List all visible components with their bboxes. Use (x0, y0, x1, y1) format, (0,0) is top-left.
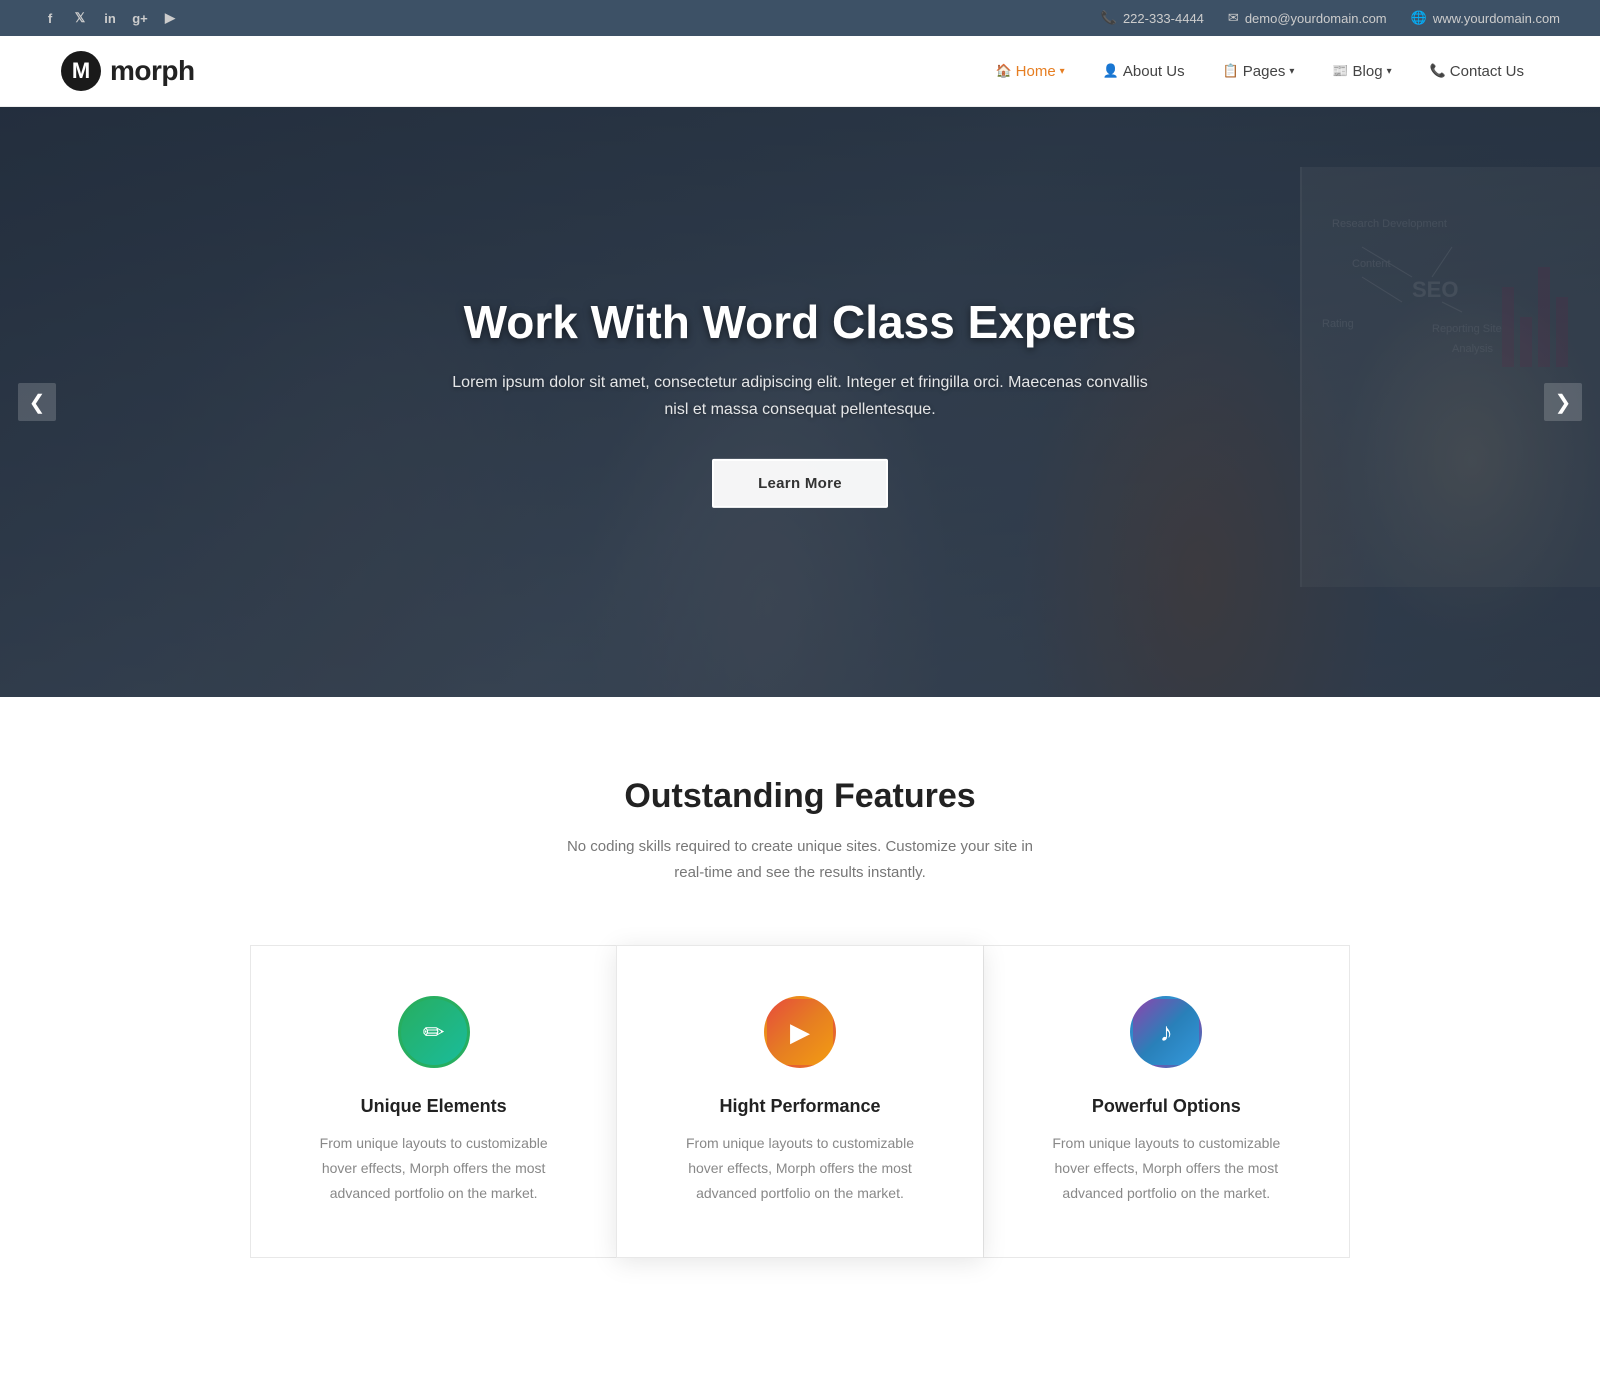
unique-elements-title: Unique Elements (291, 1096, 576, 1117)
main-nav: 🏠 Home ▾ 👤 About Us 📋 Pages ▾ 📰 Blog ▾ 📞… (979, 55, 1540, 88)
youtube-icon[interactable]: ▶ (160, 8, 180, 28)
powerful-options-icon-circle: ♪ (1130, 996, 1202, 1068)
about-icon: 👤 (1103, 63, 1119, 79)
svg-text:M: M (72, 58, 90, 83)
nav-about-label: About Us (1123, 63, 1185, 80)
phone-number: 222-333-4444 (1123, 11, 1204, 26)
nav-home-label: Home (1016, 63, 1056, 80)
high-performance-desc: From unique layouts to customizable hove… (670, 1131, 930, 1207)
website-url: www.yourdomain.com (1433, 11, 1560, 26)
unique-elements-desc: From unique layouts to customizable hove… (304, 1131, 564, 1207)
features-subtitle: No coding skills required to create uniq… (550, 834, 1050, 885)
hero-prev-button[interactable]: ❮ (18, 383, 56, 421)
hero-cta-button[interactable]: Learn More (712, 459, 888, 508)
play-icon: ▶ (790, 1017, 810, 1048)
googleplus-icon[interactable]: g+ (130, 8, 150, 28)
powerful-options-desc: From unique layouts to customizable hove… (1036, 1131, 1296, 1207)
social-icons: f 𝕏 in g+ ▶ (40, 8, 180, 28)
logo-text: morph (110, 55, 195, 87)
twitter-icon[interactable]: 𝕏 (70, 8, 90, 28)
pages-icon: 📋 (1223, 63, 1239, 79)
chevron-left-icon: ❮ (29, 390, 46, 415)
linkedin-icon[interactable]: in (100, 8, 120, 28)
nav-contact-label: Contact Us (1450, 63, 1524, 80)
nav-item-about[interactable]: 👤 About Us (1087, 55, 1201, 88)
pencil-icon: ✏ (423, 1017, 445, 1048)
topbar-social: f 𝕏 in g+ ▶ (40, 8, 180, 28)
nav-item-contact[interactable]: 📞 Contact Us (1414, 55, 1540, 88)
topbar-contact-info: 📞 222-333-4444 ✉ demo@yourdomain.com 🌐 w… (1101, 10, 1560, 26)
feature-card-high-performance: ▶ Hight Performance From unique layouts … (616, 945, 982, 1258)
feature-card-unique-elements: ✏ Unique Elements From unique layouts to… (250, 945, 616, 1258)
music-icon: ♪ (1160, 1017, 1173, 1048)
phone-icon: 📞 (1101, 10, 1117, 26)
features-section: Outstanding Features No coding skills re… (0, 697, 1600, 1318)
hero-subtitle: Lorem ipsum dolor sit amet, consectetur … (450, 369, 1150, 423)
globe-icon: 🌐 (1411, 10, 1427, 26)
website-info: 🌐 www.yourdomain.com (1411, 10, 1560, 26)
pages-dropdown-arrow: ▾ (1289, 66, 1294, 77)
contact-icon: 📞 (1430, 63, 1446, 79)
nav-item-home[interactable]: 🏠 Home ▾ (979, 55, 1080, 88)
blog-icon: 📰 (1332, 63, 1348, 79)
header: M morph 🏠 Home ▾ 👤 About Us 📋 Pages ▾ 📰 … (0, 36, 1600, 107)
hero-section: Research Development Content SEO Rating … (0, 107, 1600, 697)
unique-elements-icon-circle: ✏ (398, 996, 470, 1068)
nav-pages-label: Pages (1243, 63, 1286, 80)
features-title: Outstanding Features (60, 777, 1540, 816)
home-dropdown-arrow: ▾ (1060, 66, 1065, 77)
blog-dropdown-arrow: ▾ (1387, 66, 1392, 77)
high-performance-icon-circle: ▶ (764, 996, 836, 1068)
topbar: f 𝕏 in g+ ▶ 📞 222-333-4444 ✉ demo@yourdo… (0, 0, 1600, 36)
email-info: ✉ demo@yourdomain.com (1228, 10, 1387, 26)
nav-item-pages[interactable]: 📋 Pages ▾ (1207, 55, 1311, 88)
phone-info: 📞 222-333-4444 (1101, 10, 1204, 26)
home-icon: 🏠 (995, 63, 1011, 79)
hero-next-button[interactable]: ❯ (1544, 383, 1582, 421)
chevron-right-icon: ❯ (1555, 390, 1572, 415)
email-icon: ✉ (1228, 10, 1239, 26)
hero-title: Work With Word Class Experts (450, 296, 1150, 349)
hero-content: Work With Word Class Experts Lorem ipsum… (450, 296, 1150, 508)
high-performance-title: Hight Performance (657, 1096, 942, 1117)
nav-blog-label: Blog (1353, 63, 1383, 80)
logo-icon: M (60, 50, 102, 92)
logo[interactable]: M morph (60, 50, 195, 92)
nav-item-blog[interactable]: 📰 Blog ▾ (1316, 55, 1407, 88)
facebook-icon[interactable]: f (40, 8, 60, 28)
features-grid: ✏ Unique Elements From unique layouts to… (250, 945, 1350, 1258)
email-address: demo@yourdomain.com (1245, 11, 1387, 26)
feature-card-powerful-options: ♪ Powerful Options From unique layouts t… (983, 945, 1350, 1258)
powerful-options-title: Powerful Options (1024, 1096, 1309, 1117)
